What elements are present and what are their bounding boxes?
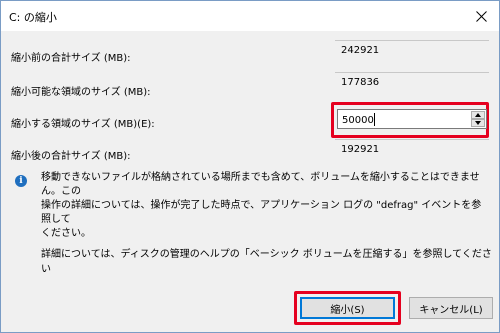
- close-button[interactable]: [467, 3, 495, 29]
- cancel-button[interactable]: キャンセル(L): [409, 297, 493, 319]
- spin-down-button[interactable]: [471, 119, 485, 127]
- spin-up-button[interactable]: [471, 111, 485, 119]
- shrink-amount-label: 縮小する領域のサイズ (MB)(E):: [11, 119, 155, 130]
- total-before-value: 242921: [341, 45, 380, 56]
- total-before-label: 縮小前の合計サイズ (MB):: [11, 53, 131, 64]
- info-icon: i: [15, 175, 27, 187]
- shrinkable-value: 177836: [341, 77, 380, 88]
- shrinkable-label: 縮小可能な領域のサイズ (MB):: [11, 87, 151, 98]
- window-title: C: の縮小: [9, 11, 57, 24]
- spin-buttons: [471, 111, 485, 127]
- info-message: 移動できないファイルが格納されている場所までも含めて、ボリュームを縮小することは…: [41, 172, 482, 239]
- shrink-amount-input[interactable]: [342, 113, 454, 127]
- total-after-label: 縮小後の合計サイズ (MB):: [11, 151, 131, 162]
- title-bar: C: の縮小: [1, 1, 499, 31]
- text-caret: [374, 113, 375, 126]
- shrink-button[interactable]: 縮小(S): [300, 297, 395, 319]
- shrink-amount-stepper[interactable]: [337, 109, 487, 129]
- close-icon: [475, 10, 487, 22]
- chevron-down-icon: [475, 121, 481, 125]
- chevron-up-icon: [475, 113, 481, 117]
- shrink-dialog: C: の縮小 縮小前の合計サイズ (MB): 242921 縮小可能な領域のサイ…: [0, 0, 500, 333]
- total-after-value: 192921: [341, 144, 380, 155]
- help-text: 詳細については、ディスクの管理のヘルプの「ベーシック ボリュームを圧縮する」を参…: [41, 249, 492, 275]
